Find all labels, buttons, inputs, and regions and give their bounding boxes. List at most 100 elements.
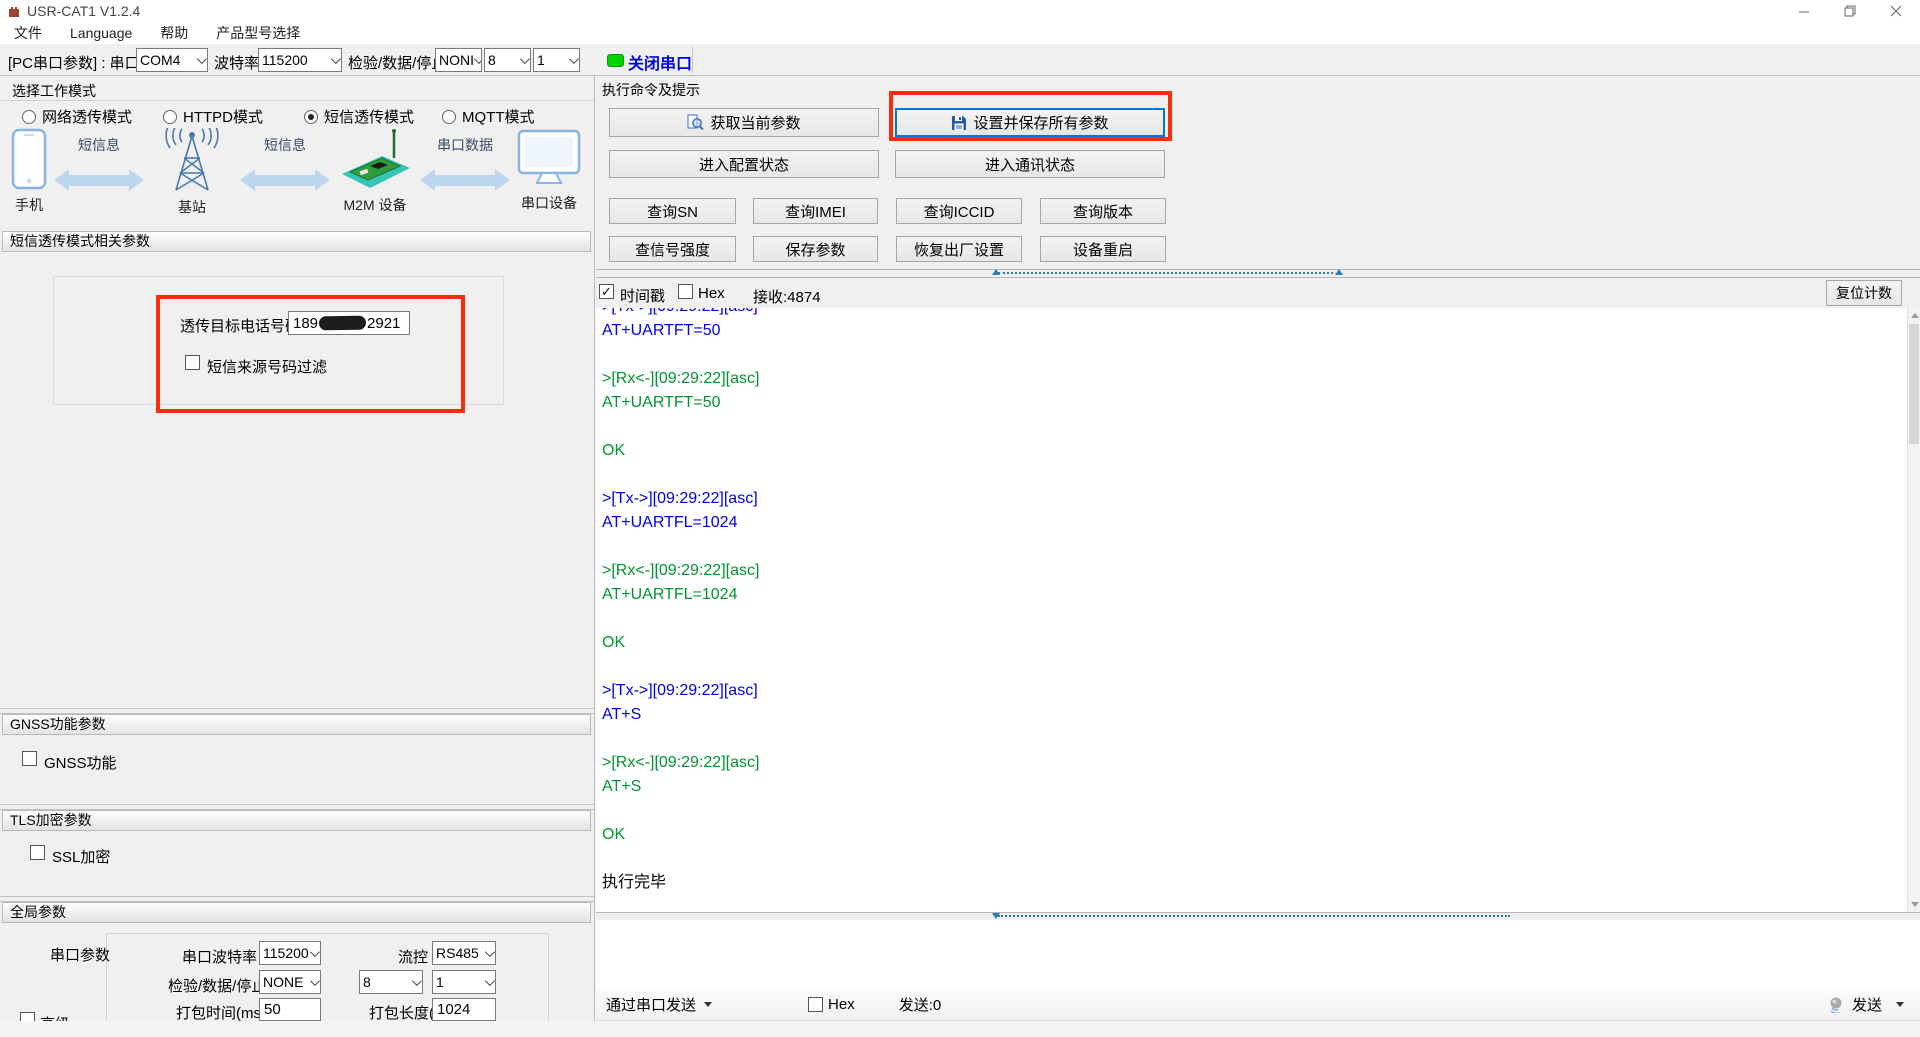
log-output[interactable]: >[Tx->][09:29:22][asc] AT+UARTFT=50 >[Rx… <box>596 308 1907 912</box>
reset-count-button[interactable]: 复位计数 <box>1826 280 1902 306</box>
query-version-button[interactable]: 查询版本 <box>1040 198 1166 224</box>
phone-icon <box>10 128 48 192</box>
splitter-handle[interactable] <box>998 915 1510 917</box>
toolbar-separator <box>692 47 693 73</box>
title-bar: USR-CAT1 V1.2.4 <box>0 0 1920 22</box>
radio-network-mode[interactable]: 网络透传模式 <box>22 106 132 127</box>
checkbox-icon <box>22 751 37 766</box>
radio-httpd-mode[interactable]: HTTPD模式 <box>163 106 263 127</box>
target-phone-input[interactable]: 1892921 <box>288 311 410 335</box>
minimize-button[interactable] <box>1781 0 1827 22</box>
baud-rate-select[interactable]: 115200 <box>258 48 342 72</box>
query-sn-button[interactable]: 查询SN <box>609 198 736 224</box>
phone-node: 手机 <box>10 128 48 215</box>
button-label: 设置并保存所有参数 <box>973 112 1108 133</box>
send-button-label: 发送 <box>1852 994 1882 1015</box>
query-signal-button[interactable]: 查信号强度 <box>609 236 736 262</box>
work-mode-title-rule <box>0 100 594 101</box>
scroll-up-icon[interactable] <box>1911 313 1919 318</box>
pack-time-input[interactable]: 50 <box>259 998 321 1021</box>
pack-len-input[interactable]: 1024 <box>432 998 496 1021</box>
stop-bits-select[interactable]: 1 <box>533 48 580 72</box>
log-line: >[Rx<-][09:29:22][asc] <box>602 367 1907 391</box>
base-station-label: 基站 <box>178 197 206 217</box>
log-line: AT+S <box>602 775 1907 799</box>
restore-button[interactable] <box>1827 0 1873 22</box>
button-label: 获取当前参数 <box>710 112 800 133</box>
log-line: OK <box>602 631 1907 655</box>
checkbox-label: Hex <box>698 285 725 302</box>
g-parity-select[interactable]: NONE <box>259 970 321 994</box>
set-save-all-params-button[interactable]: 设置并保存所有参数 <box>895 108 1165 137</box>
serial-params-label: 串口参数 <box>50 944 110 965</box>
query-imei-button[interactable]: 查询IMEI <box>753 198 878 224</box>
log-line <box>602 655 1907 679</box>
radio-label: 短信透传模式 <box>324 106 414 127</box>
sms-params-header: 短信透传模式相关参数 <box>2 231 591 252</box>
g-data-bits-select[interactable]: 8 <box>359 970 423 994</box>
panel-divider <box>594 76 595 1037</box>
radio-mqtt-mode[interactable]: MQTT模式 <box>442 106 535 127</box>
button-label: 查询ICCID <box>924 201 995 222</box>
get-current-params-button[interactable]: 获取当前参数 <box>609 108 879 137</box>
log-line: >[Tx->][09:29:22][asc] <box>602 487 1907 511</box>
parity-select[interactable]: NONI <box>435 48 482 72</box>
device-restart-button[interactable]: 设备重启 <box>1040 236 1166 262</box>
tls-header: TLS加密参数 <box>2 810 591 831</box>
log-line <box>602 727 1907 751</box>
log-line <box>602 847 1907 871</box>
data-bits-select[interactable]: 8 <box>484 48 531 72</box>
scrollbar-thumb[interactable] <box>1909 324 1919 444</box>
g-baud-select[interactable]: 115200 <box>259 941 321 965</box>
checkbox-label: Hex <box>828 996 855 1013</box>
double-arrow-icon <box>54 169 144 191</box>
radio-icon <box>442 110 456 124</box>
log-line: AT+UARTFT=50 <box>602 391 1907 415</box>
global-params-header: 全局参数 <box>2 902 591 923</box>
app-window: USR-CAT1 V1.2.4 文件 Language 帮助 产品型号选择 [P… <box>0 0 1920 1037</box>
log-line: >[Tx->][09:29:22][asc] <box>602 679 1907 703</box>
save-params-button[interactable]: 保存参数 <box>753 236 878 262</box>
radio-selected-icon <box>304 110 318 124</box>
phone-prefix: 189 <box>293 315 318 332</box>
query-iccid-button[interactable]: 查询ICCID <box>896 198 1022 224</box>
button-label: 进入通讯状态 <box>985 154 1075 175</box>
window-bottom-strip <box>0 1021 1920 1037</box>
close-port-label: 关闭串口 <box>628 50 692 74</box>
send-via-serial-dropdown[interactable]: 通过串口发送 <box>606 994 712 1015</box>
splitter-handle[interactable] <box>998 272 1333 274</box>
flow-control-select[interactable]: RS485 <box>432 941 496 965</box>
save-icon <box>951 115 967 131</box>
log-splitter[interactable] <box>596 269 1920 278</box>
base-station-node: 基站 <box>150 128 234 217</box>
log-scrollbar[interactable] <box>1907 308 1920 912</box>
close-button[interactable] <box>1873 0 1919 22</box>
com-port-select[interactable]: COM4 <box>136 48 208 72</box>
menu-language[interactable]: Language <box>56 22 146 44</box>
port-open-led-icon <box>607 54 624 67</box>
radio-sms-mode[interactable]: 短信透传模式 <box>304 106 414 127</box>
scroll-down-icon[interactable] <box>1911 902 1919 907</box>
sms-params-panel <box>53 276 504 405</box>
factory-reset-button[interactable]: 恢复出厂设置 <box>896 236 1022 262</box>
log-line: AT+UARTFL=1024 <box>602 511 1907 535</box>
g-stop-bits-select[interactable]: 1 <box>432 970 496 994</box>
send-sound-icon <box>1828 995 1846 1013</box>
send-hex-checkbox[interactable]: Hex <box>808 996 855 1013</box>
sent-count: 发送:0 <box>899 994 942 1015</box>
menu-product-model[interactable]: 产品型号选择 <box>202 22 314 44</box>
menu-help[interactable]: 帮助 <box>146 22 202 44</box>
menu-file[interactable]: 文件 <box>0 22 56 44</box>
target-phone-label: 透传目标电话号码 <box>180 315 300 336</box>
button-label: 保存参数 <box>785 239 845 260</box>
enter-comm-state-button[interactable]: 进入通讯状态 <box>895 150 1165 178</box>
log-line <box>602 535 1907 559</box>
g-frame-label: 检验/数据/停止 <box>168 975 266 996</box>
button-label: 查信号强度 <box>635 239 710 260</box>
radio-icon <box>22 110 36 124</box>
enter-config-state-button[interactable]: 进入配置状态 <box>609 150 879 178</box>
radio-label: HTTPD模式 <box>183 106 263 127</box>
base-station-icon <box>150 128 234 194</box>
send-button[interactable]: 发送 <box>1828 994 1904 1015</box>
button-label: 复位计数 <box>1836 283 1892 303</box>
